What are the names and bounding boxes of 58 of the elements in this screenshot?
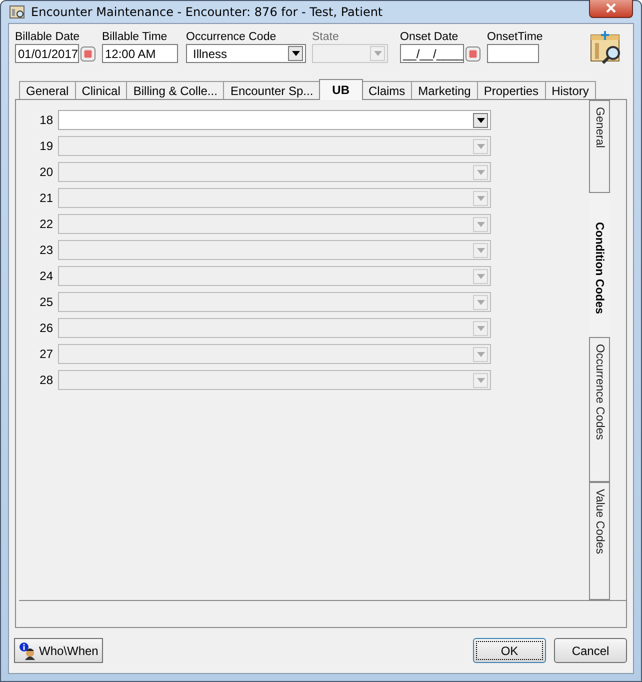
caret-icon: [476, 378, 484, 382]
field-label: Onset Date: [400, 31, 460, 43]
cancel-button[interactable]: Cancel: [554, 638, 627, 663]
field-label: Occurrence Code: [186, 31, 278, 43]
row-number: 28: [38, 373, 53, 387]
field-label: Billable Time: [102, 31, 168, 43]
row-number: 21: [38, 191, 53, 205]
calendar-icon[interactable]: [465, 46, 481, 62]
tab[interactable]: Properties: [476, 81, 546, 99]
field-label: OnsetTime: [487, 31, 543, 43]
tab[interactable]: Billing & Colle...: [126, 81, 224, 99]
calendar-icon[interactable]: [80, 46, 96, 62]
caret-icon: [476, 222, 484, 226]
tab[interactable]: Encounter Sp...: [223, 81, 320, 99]
caret-icon: [476, 352, 484, 356]
row-number: 23: [38, 243, 53, 257]
caret-icon: [476, 300, 484, 304]
tab[interactable]: History: [544, 81, 596, 99]
tab[interactable]: UB: [319, 79, 362, 100]
dropdown-field[interactable]: Illness: [186, 44, 306, 63]
ok-button[interactable]: OK: [473, 638, 546, 663]
caret-icon: [374, 51, 382, 56]
row-number: 26: [38, 321, 53, 335]
tab[interactable]: General: [19, 81, 76, 99]
row-number: 18: [38, 113, 53, 127]
field-label: State: [312, 31, 340, 43]
caret-icon: [476, 326, 484, 330]
tab[interactable]: Marketing: [411, 81, 478, 99]
date-field[interactable]: __/__/____: [400, 44, 464, 63]
caret-icon: [476, 170, 484, 174]
window-title: Encounter Maintenance - Encounter: 876 for - Test, Patient: [31, 5, 384, 19]
row-number: 25: [38, 295, 53, 309]
caret-icon: [476, 274, 484, 278]
row-number: 19: [38, 139, 53, 153]
person-info-icon: [19, 642, 37, 660]
row-number: 20: [38, 165, 53, 179]
caret-icon: [476, 144, 484, 148]
dropdown-field[interactable]: [58, 110, 491, 130]
side-tab[interactable]: Value Codes: [590, 482, 610, 600]
row-number: 24: [38, 269, 53, 283]
caret-icon: [476, 196, 484, 200]
input-field[interactable]: [487, 44, 539, 63]
caret-icon: [476, 248, 484, 252]
caret-icon: [292, 51, 300, 56]
dropdown-button[interactable]: [288, 46, 303, 61]
row-number: 27: [38, 347, 53, 361]
date-field[interactable]: 01/01/2017: [15, 44, 79, 63]
who-when-button[interactable]: Who\When: [14, 638, 104, 663]
close-button[interactable]: [589, 0, 633, 18]
app-icon: [9, 4, 25, 20]
caret-icon: [476, 118, 484, 122]
field-label: Billable Date: [15, 31, 81, 43]
side-tab[interactable]: General: [590, 100, 610, 193]
dropdown-button[interactable]: [473, 112, 488, 128]
input-field[interactable]: 12:00 AM: [102, 44, 178, 63]
close-icon: [606, 3, 616, 13]
row-number: 22: [38, 217, 53, 231]
side-tab[interactable]: Occurrence Codes: [590, 337, 610, 482]
